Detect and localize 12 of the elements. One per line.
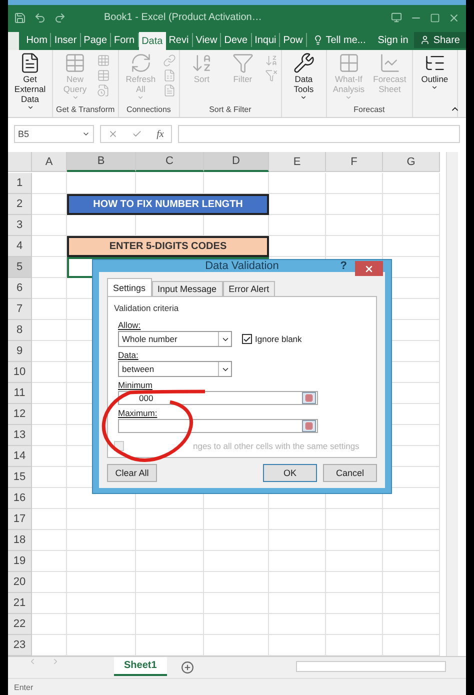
field-label: Data: xyxy=(118,350,138,360)
dialog-title: Data Validation xyxy=(205,260,279,272)
field-label: Allow: xyxy=(118,320,141,330)
status-mode: Enter xyxy=(14,682,34,692)
field-label: Minimum xyxy=(118,380,152,390)
group-label: Forecast xyxy=(352,105,386,116)
group-label: Sort & Filter xyxy=(208,105,252,116)
group-label: Connections xyxy=(125,105,172,116)
group-label: Get & Transform xyxy=(56,105,115,116)
section-heading: Validation criteria xyxy=(114,303,180,313)
window-title: Book1 - Excel (Product Activation… xyxy=(104,12,263,23)
field-label: Maximum: xyxy=(118,408,158,418)
